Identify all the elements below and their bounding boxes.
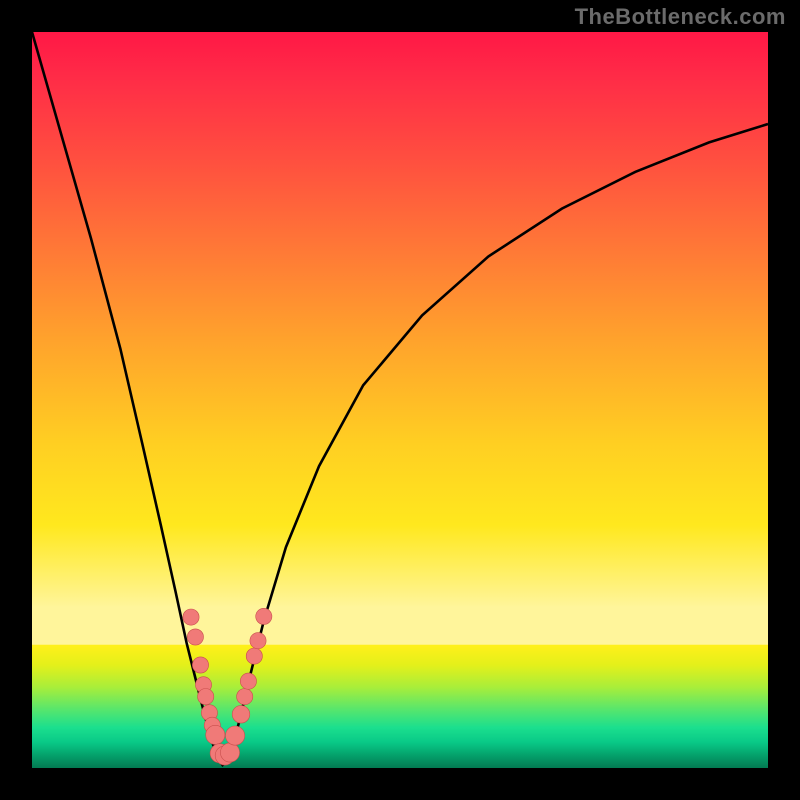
dot [183,609,199,625]
dot [246,648,262,664]
dot [232,706,250,724]
dot [226,726,245,745]
dot [187,629,203,645]
watermark-text: TheBottleneck.com [575,4,786,30]
chart-svg [32,32,768,768]
bottleneck-curve [32,32,768,765]
dot [198,689,214,705]
highlight-dots [183,608,272,765]
dot [256,608,272,624]
dot [220,743,239,762]
dot [240,673,256,689]
dot [250,633,266,649]
chart-frame: TheBottleneck.com [0,0,800,800]
dot [237,689,253,705]
dot [192,657,208,673]
dot [206,725,225,744]
plot-area [32,32,768,768]
